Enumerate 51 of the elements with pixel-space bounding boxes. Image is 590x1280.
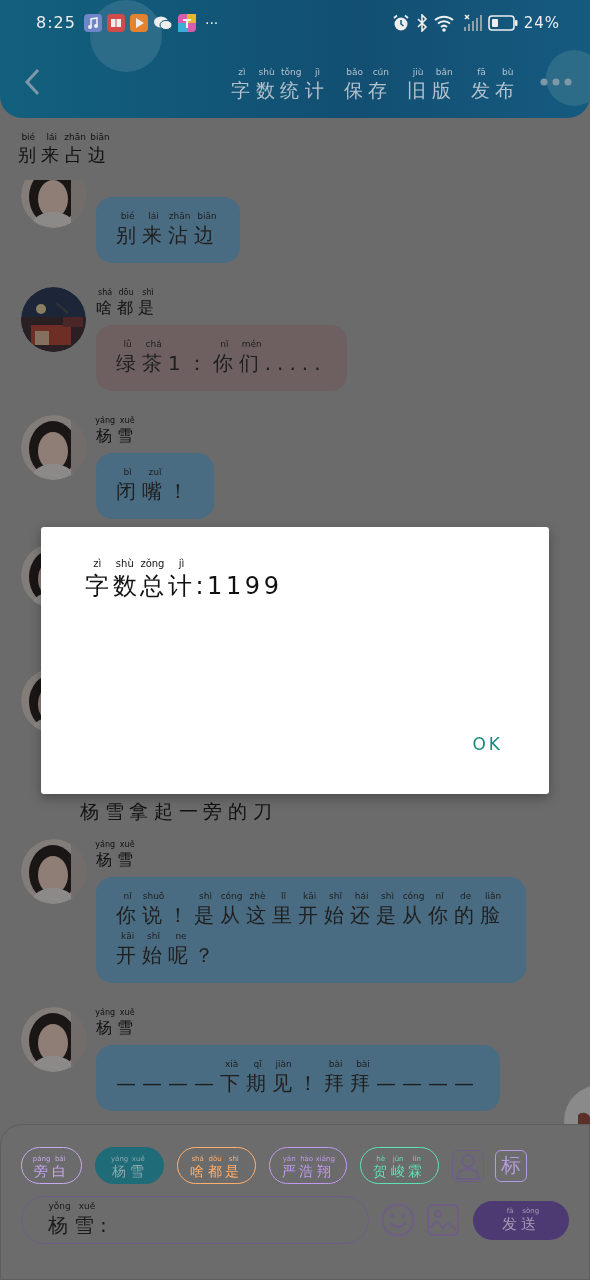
wifi-icon xyxy=(433,13,456,32)
decor-circle xyxy=(546,50,590,106)
narration-text: 杨雪拿起一旁的刀 xyxy=(80,800,278,822)
image-icon xyxy=(427,1204,459,1236)
message-text: ————下期见！拜拜———— xyxy=(116,1070,480,1097)
ok-button[interactable]: OK xyxy=(466,730,509,758)
alarm-icon xyxy=(391,13,410,32)
message-text: 闭嘴！ xyxy=(116,478,194,505)
sender-name: 杨雪 xyxy=(96,426,138,447)
header-action[interactable]: bǎo cún 保存 xyxy=(343,59,394,104)
pinyin-text: lǜ chá nǐ mén xyxy=(122,339,263,350)
pinyin-text: kāi shǐ ne xyxy=(119,931,188,942)
battery-icon xyxy=(487,14,518,31)
emoji-button[interactable] xyxy=(381,1203,415,1237)
clock-time: 8:25 xyxy=(36,13,76,32)
message-text: 开始呢？ xyxy=(116,942,220,969)
message-text: 你说！是从这里开始还是从你的脸 xyxy=(116,902,506,929)
more-button[interactable] xyxy=(540,77,572,86)
pinyin-text: yáng xuě xyxy=(96,415,136,426)
music-icon xyxy=(83,13,102,32)
chat-title: 别来占边 xyxy=(18,142,112,167)
pinyin-text: shá dōu shì xyxy=(97,287,155,298)
bluetooth-icon xyxy=(415,13,428,32)
app-icon xyxy=(177,13,196,32)
header-action[interactable]: fā bù 发布 xyxy=(470,59,520,104)
pinyin-text: yáng xuě xyxy=(96,1007,136,1018)
person-icon xyxy=(454,1151,481,1180)
sender-name: 杨雪 xyxy=(96,1018,138,1039)
header-action[interactable]: jiù bǎn 旧版 xyxy=(407,59,457,104)
back-icon xyxy=(24,67,40,96)
header-action[interactable]: zì shù tǒng jì 字数统计 xyxy=(230,59,330,104)
sender-name: 杨雪 xyxy=(96,850,138,871)
pinyin-text: bì zuǐ xyxy=(122,467,163,478)
battery-percent: 24% xyxy=(523,13,560,32)
pinyin-text: bié lái zhān biān xyxy=(20,131,111,143)
signal-icon xyxy=(461,13,482,32)
more-icon xyxy=(540,77,572,86)
mark-button[interactable]: 标 xyxy=(494,1149,527,1182)
pinyin-text: zì shù zǒng jì xyxy=(92,557,186,570)
pinyin-text: xià qī jiàn bài bài xyxy=(223,1059,371,1070)
message-text: 别来沾边 xyxy=(116,222,220,249)
dialog-title: 字数总计:1199 xyxy=(85,571,283,602)
more-indicator: ··· xyxy=(204,14,219,31)
sender-name: 啥都是 xyxy=(96,298,159,319)
pinyin-text: bié lái zhān biān xyxy=(119,211,218,222)
smiley-icon xyxy=(381,1203,415,1237)
image-button[interactable] xyxy=(427,1204,459,1236)
character-button[interactable] xyxy=(451,1149,484,1182)
message-text: 绿茶1：你们..... xyxy=(116,350,327,377)
pinyin-text: nǐ shuō shì cóng zhè lǐ kāi shǐ hái shì cóng nǐ de liǎn xyxy=(122,891,503,902)
pinyin-text: yáng xuě xyxy=(96,839,136,850)
